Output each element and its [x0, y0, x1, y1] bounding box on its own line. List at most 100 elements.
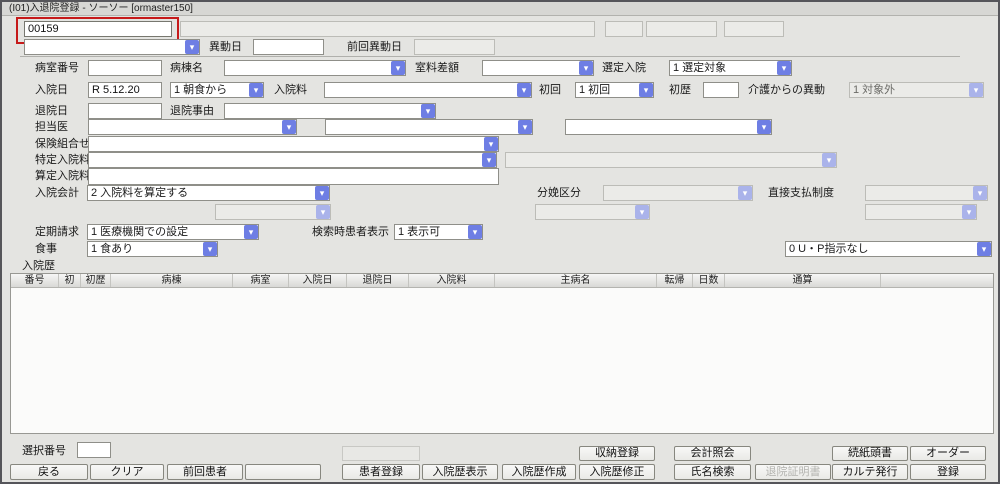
register-button[interactable]: 登録 — [910, 464, 986, 480]
col-number: 番号 — [11, 274, 59, 287]
col-days: 日数 — [693, 274, 725, 287]
first-history-label: 初歴 — [669, 83, 691, 98]
chevron-down-icon: ▾ — [482, 153, 496, 167]
col-filler — [881, 274, 993, 287]
history-create-button[interactable]: 入院歴作成 — [502, 464, 576, 480]
meal-start-select[interactable]: 1 朝食から▾ — [170, 82, 264, 98]
discharge-date-input[interactable] — [88, 103, 162, 119]
history-section-title: 入院歴 — [22, 259, 55, 274]
admission-date-label: 入院日 — [35, 83, 68, 98]
patient-registration-button[interactable]: 患者登録 — [342, 464, 420, 480]
selection-number-label: 選択番号 — [22, 444, 66, 459]
care-transfer-label: 介護からの異動 — [748, 83, 825, 98]
patient-id-input[interactable] — [24, 21, 172, 37]
accounting-label: 入院会計 — [35, 186, 79, 201]
karte-print-button[interactable]: カルテ発行 — [832, 464, 908, 480]
special-fee-sub-select: ▾ — [505, 152, 837, 168]
room-no-label: 病室番号 — [35, 61, 79, 76]
chevron-down-icon: ▾ — [639, 83, 653, 97]
chevron-down-icon: ▾ — [579, 61, 593, 75]
col-fee: 入院料 — [409, 274, 495, 287]
ward-select[interactable]: ▾ — [224, 60, 406, 76]
care-transfer-select: 1 対象外▾ — [849, 82, 984, 98]
chevron-down-icon: ▾ — [777, 61, 791, 75]
discharge-certificate-button: 退院証明書 — [755, 464, 831, 480]
admission-date-input[interactable] — [88, 82, 162, 98]
col-main-disease: 主病名 — [495, 274, 657, 287]
name-search-button[interactable]: 氏名検索 — [674, 464, 751, 480]
up-instruction-select[interactable]: 0 U・P指示なし▾ — [785, 241, 992, 257]
special-fee-select[interactable]: ▾ — [88, 152, 497, 168]
accounting-select[interactable]: 2 入院料を算定する▾ — [87, 185, 330, 201]
chevron-down-icon: ▾ — [822, 153, 836, 167]
account-reference-button[interactable]: 会計照会 — [674, 446, 751, 461]
room-no-input[interactable] — [88, 60, 162, 76]
previous-patient-button[interactable]: 前回患者 — [167, 464, 243, 480]
history-edit-button[interactable]: 入院歴修正 — [579, 464, 655, 480]
discharge-reason-select[interactable]: ▾ — [224, 103, 436, 119]
direct-pay-select: ▾ — [865, 185, 988, 201]
prev-move-date-label: 前回異動日 — [347, 40, 402, 55]
blank-slot-button — [342, 446, 420, 461]
direct-pay-label: 直接支払制度 — [768, 186, 834, 201]
separator — [20, 56, 960, 57]
room-charge-label: 室料差額 — [415, 61, 459, 76]
chevron-down-icon: ▾ — [962, 205, 976, 219]
clear-button[interactable]: クリア — [90, 464, 164, 480]
selection-number-input[interactable] — [77, 442, 111, 458]
payment-registration-button[interactable]: 収納登録 — [579, 446, 655, 461]
room-charge-select[interactable]: ▾ — [482, 60, 594, 76]
calc-fee-input[interactable] — [88, 168, 499, 185]
patient-name-display — [180, 21, 595, 37]
chevron-down-icon: ▾ — [518, 120, 532, 134]
admission-event-select[interactable]: ▾ — [24, 39, 200, 55]
window-title: (I01)入退院登録 - ソーソー [ormaster150] — [2, 2, 998, 16]
blank-button[interactable] — [245, 464, 321, 480]
ward-label: 病棟名 — [170, 61, 203, 76]
col-ward: 病棟 — [111, 274, 233, 287]
continuation-header-button[interactable]: 続紙頭書 — [832, 446, 908, 461]
chevron-down-icon: ▾ — [757, 120, 771, 134]
periodic-billing-select[interactable]: 1 医療機関での設定▾ — [87, 224, 259, 240]
special-fee-label: 特定入院料 — [35, 153, 90, 168]
order-button[interactable]: オーダー — [910, 446, 986, 461]
back-button[interactable]: 戻る — [10, 464, 88, 480]
first-history-input[interactable] — [703, 82, 739, 98]
direct-pay-sub-select: ▾ — [865, 204, 977, 220]
doctor-select-3[interactable]: ▾ — [565, 119, 772, 135]
move-date-input[interactable] — [253, 39, 324, 55]
chevron-down-icon: ▾ — [249, 83, 263, 97]
info-display-1 — [605, 21, 643, 37]
move-date-label: 異動日 — [209, 40, 242, 55]
search-display-label: 検索時患者表示 — [312, 225, 389, 240]
meal-label: 食事 — [35, 242, 57, 257]
history-view-button[interactable]: 入院歴表示 — [422, 464, 498, 480]
doctor-select-2[interactable]: ▾ — [325, 119, 533, 135]
meal-select[interactable]: 1 食あり▾ — [87, 241, 218, 257]
discharge-reason-label: 退院事由 — [170, 104, 214, 119]
admission-fee-label: 入院料 — [274, 83, 307, 98]
col-room: 病室 — [233, 274, 289, 287]
chevron-down-icon: ▾ — [973, 186, 987, 200]
search-display-select[interactable]: 1 表示可▾ — [394, 224, 483, 240]
admission-history-table[interactable]: 番号 初 初歴 病棟 病室 入院日 退院日 入院料 主病名 転帰 日数 通算 — [10, 273, 994, 434]
history-table-body — [11, 288, 993, 433]
chevron-down-icon: ▾ — [517, 83, 531, 97]
first-time-select[interactable]: 1 初回▾ — [575, 82, 654, 98]
prev-move-date-display — [414, 39, 495, 55]
selective-admission-select[interactable]: 1 選定対象▾ — [669, 60, 792, 76]
insurance-select[interactable]: ▾ — [88, 136, 499, 152]
delivery-sub-select: ▾ — [535, 204, 650, 220]
col-discharge-date: 退院日 — [347, 274, 409, 287]
chevron-down-icon: ▾ — [977, 242, 991, 256]
chevron-down-icon: ▾ — [391, 61, 405, 75]
chevron-down-icon: ▾ — [282, 120, 296, 134]
admission-fee-select[interactable]: ▾ — [324, 82, 532, 98]
selective-admission-label: 選定入院 — [602, 61, 646, 76]
history-table-header: 番号 初 初歴 病棟 病室 入院日 退院日 入院料 主病名 転帰 日数 通算 — [11, 274, 993, 288]
col-outcome: 転帰 — [657, 274, 693, 287]
doctor-select-1[interactable]: ▾ — [88, 119, 297, 135]
admission-registration-window: (I01)入退院登録 - ソーソー [ormaster150] ▾ 異動日 前回… — [0, 0, 1000, 484]
delivery-type-select: ▾ — [603, 185, 753, 201]
chevron-down-icon: ▾ — [203, 242, 217, 256]
